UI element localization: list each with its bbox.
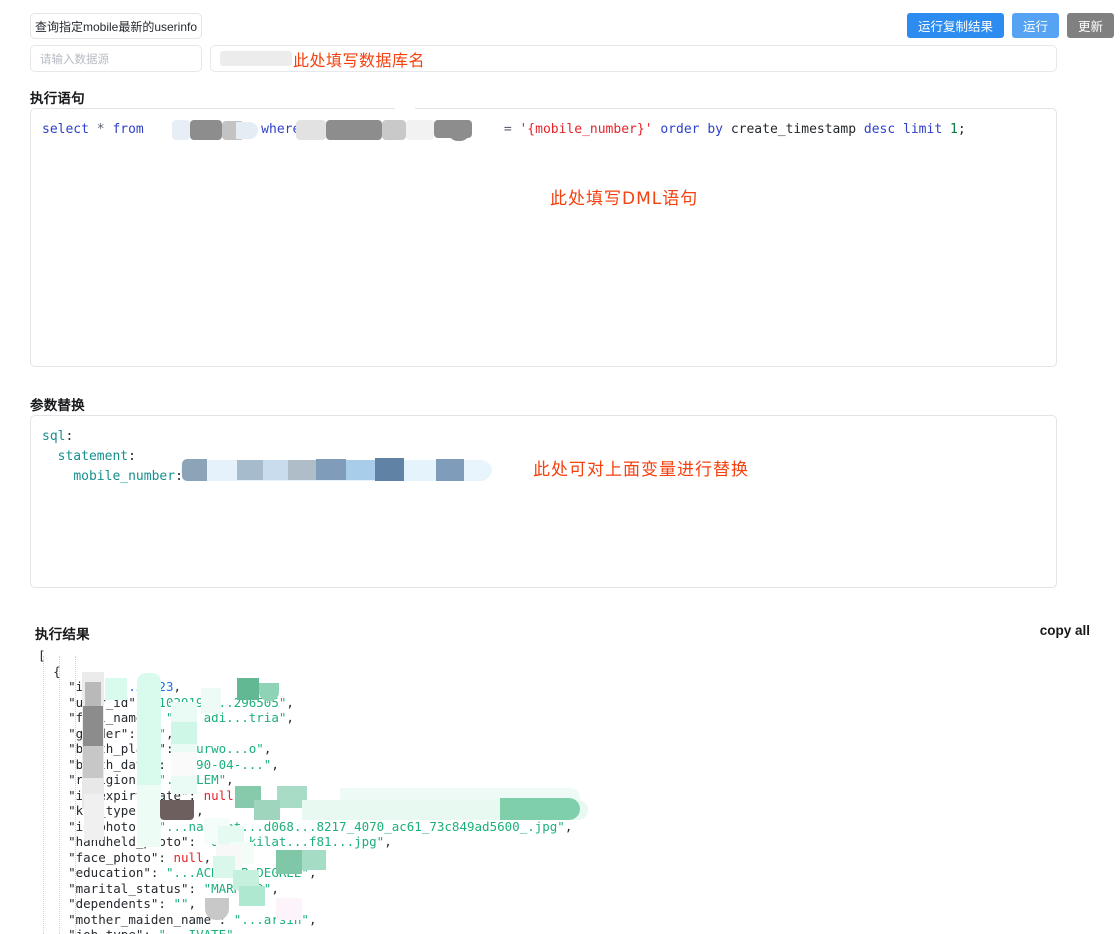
result-json-text: [ { "id": ...51423, "user_id": "1029194.…	[38, 648, 573, 934]
result-section-label: 执行结果	[35, 627, 90, 642]
result-output[interactable]: [ { "id": ...51423, "user_id": "1029194.…	[30, 648, 1090, 934]
datasource-row: 请输入数据源	[0, 45, 1120, 73]
datasource-placeholder: 请输入数据源	[40, 53, 109, 66]
statement-section-label: 执行语句	[30, 91, 85, 106]
annotation-substitute: 此处可对上面变量进行替换	[533, 460, 749, 480]
action-button-group: 运行复制结果 运行 更新	[906, 13, 1114, 38]
sql-code-line: select * from where = '{mobile_number}' …	[42, 122, 966, 137]
query-name-button[interactable]: 查询指定mobile最新的userinfo	[30, 13, 202, 39]
update-button[interactable]: 更新	[1066, 13, 1114, 38]
annotation-database-name: 此处填写数据库名	[293, 51, 426, 70]
sql-query-tool-page: 查询指定mobile最新的userinfo 运行复制结果 运行 更新 请输入数据…	[0, 0, 1120, 934]
sql-editor[interactable]: select * from where = '{mobile_number}' …	[30, 108, 1057, 367]
sql-editor-border-notch	[395, 107, 415, 110]
datasource-input[interactable]: 请输入数据源	[30, 45, 202, 72]
top-toolbar: 查询指定mobile最新的userinfo 运行复制结果 运行 更新	[0, 0, 1120, 42]
run-button[interactable]: 运行	[1011, 13, 1059, 38]
copy-all-button[interactable]: copy all	[1040, 623, 1090, 638]
run-and-copy-button[interactable]: 运行复制结果	[906, 13, 1004, 38]
annotation-dml: 此处填写DML语句	[550, 189, 699, 209]
database-name-redaction	[220, 51, 292, 66]
params-editor[interactable]: sql: statement: mobile_number:	[30, 415, 1057, 588]
params-section-label: 参数替换	[30, 398, 85, 413]
